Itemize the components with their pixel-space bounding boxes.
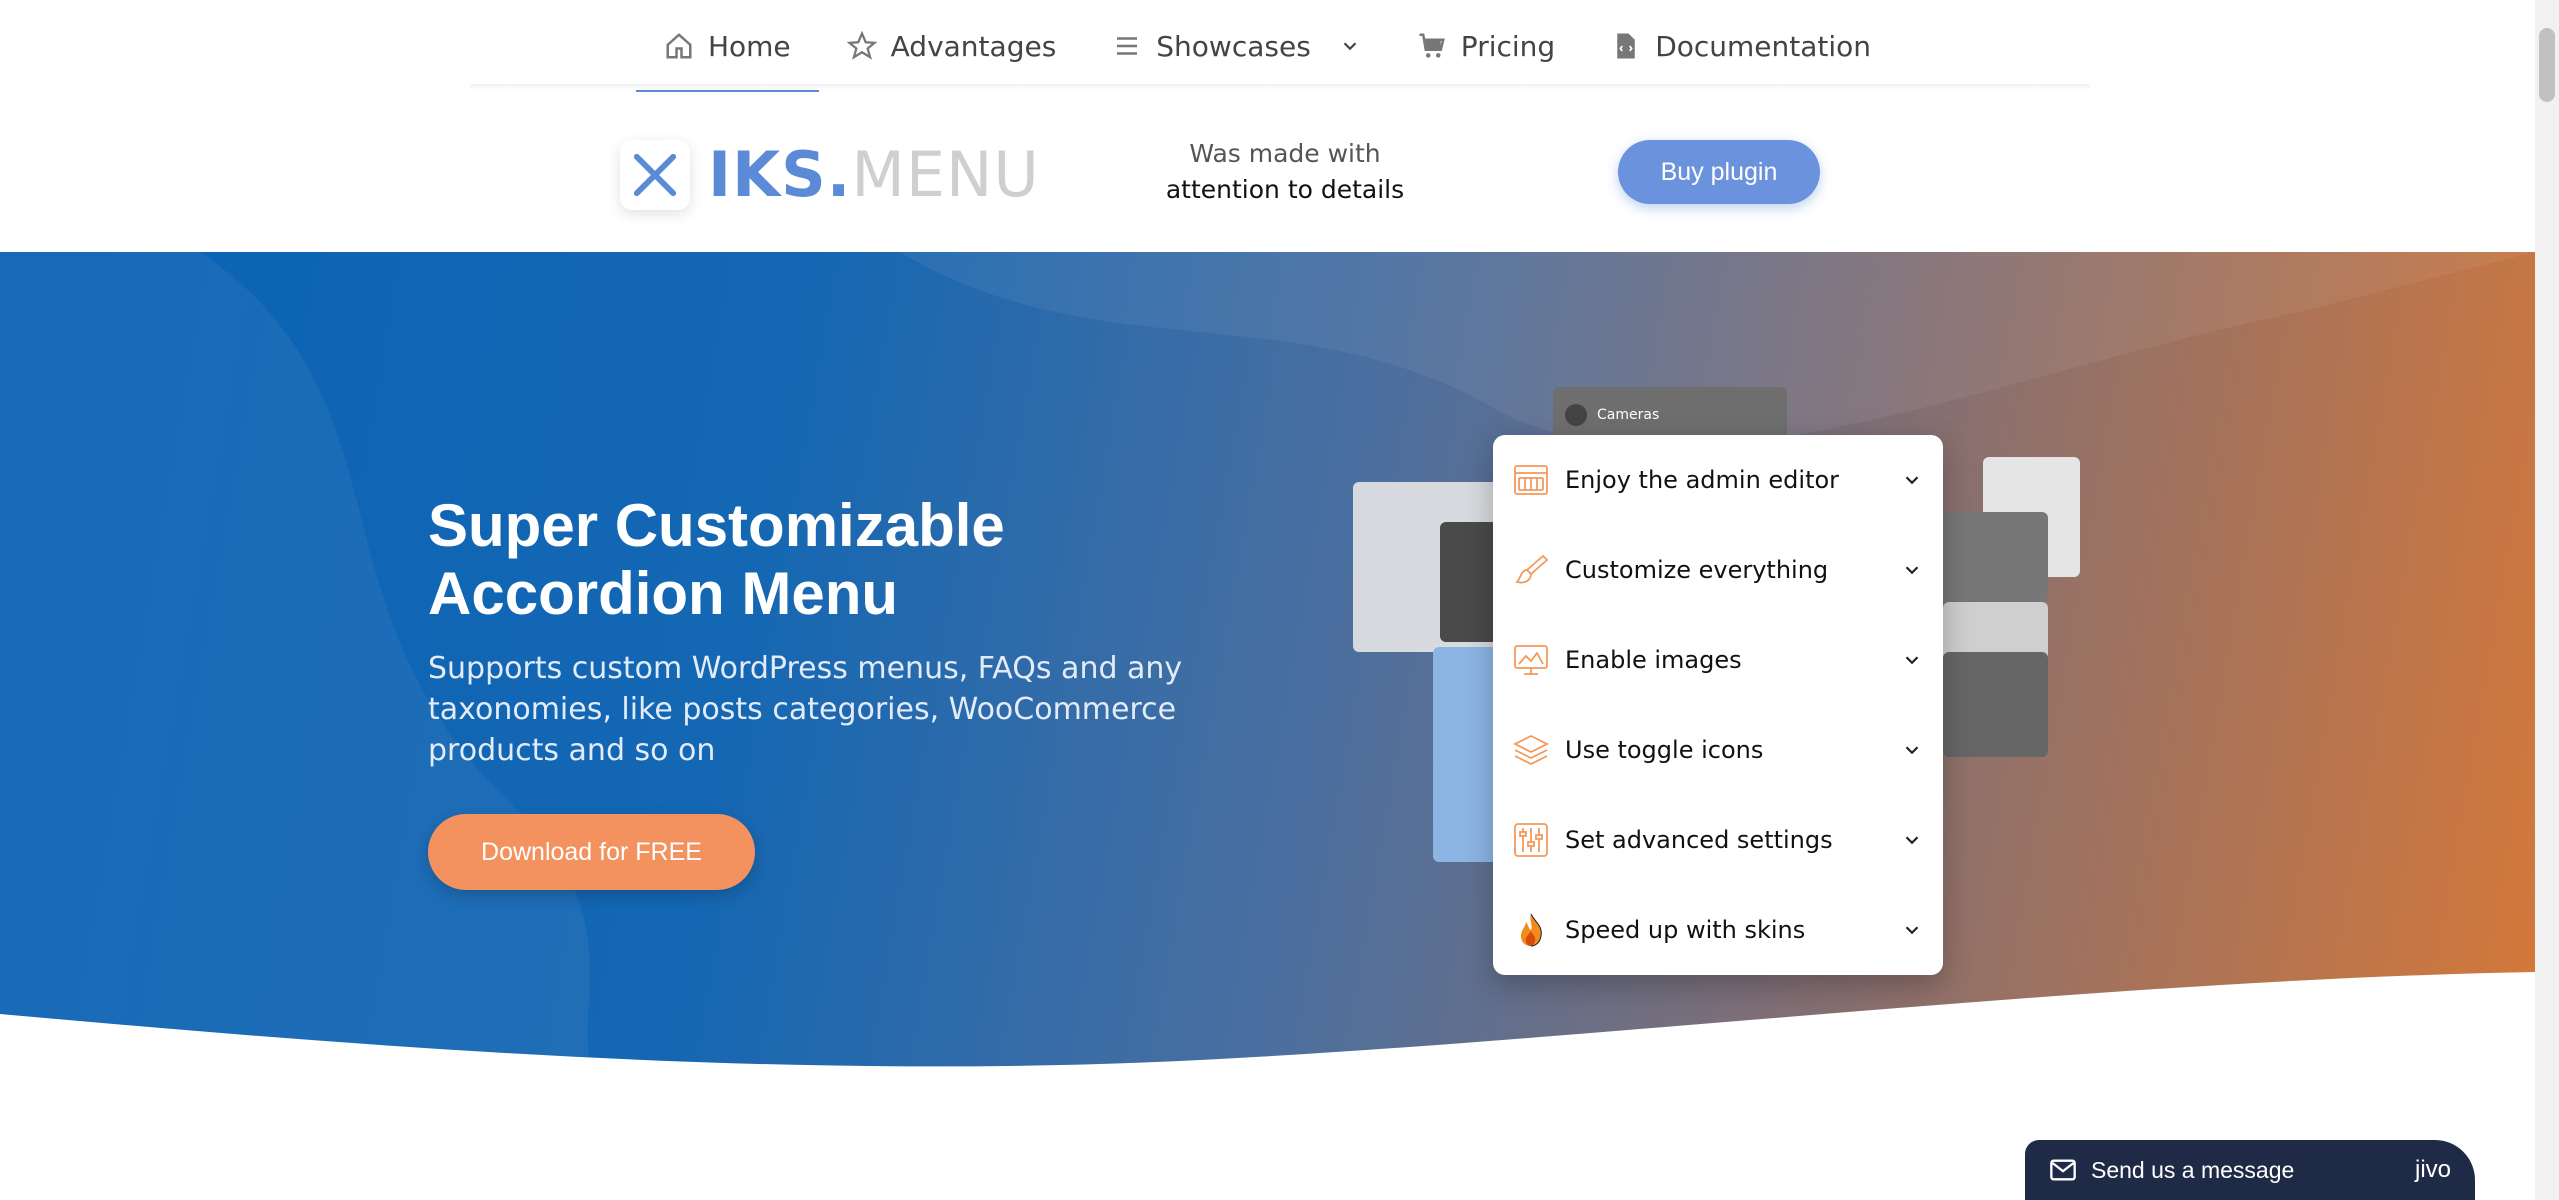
nav-label-pricing: Pricing <box>1460 29 1556 63</box>
nav-label-home: Home <box>707 29 791 63</box>
envelope-icon <box>2050 1159 2076 1181</box>
decor-screenshot-right-bottom <box>1943 652 2048 757</box>
accordion-item-advanced-settings[interactable]: Set advanced settings <box>1493 795 1943 885</box>
logo-x-icon <box>620 139 690 210</box>
menu-lines-icon <box>1117 37 1138 55</box>
hero-title-line2: Accordion Menu <box>428 560 899 627</box>
chevron-down-icon <box>1343 42 1357 51</box>
nav-item-pricing[interactable]: Pricing <box>1389 0 1583 92</box>
hero-section: Super Customizable Accordion Menu Suppor… <box>0 252 2535 1080</box>
jivo-logo: jivo <box>2414 1156 2451 1183</box>
sliders-icon <box>1514 823 1548 857</box>
star-icon <box>846 31 877 60</box>
tagline: Was made with attention to details <box>1120 136 1450 208</box>
layers-icon <box>1513 734 1549 766</box>
chevron-down-icon <box>1905 566 1919 575</box>
brand-bar: IKS.MENU Was made with attention to deta… <box>0 92 2535 252</box>
camera-icon <box>1565 404 1587 426</box>
accordion-label: Enjoy the admin editor <box>1565 466 1840 494</box>
hero-background-swirl <box>0 252 2535 1080</box>
accordion-label: Enable images <box>1565 646 1742 674</box>
chevron-down-icon <box>1905 746 1919 755</box>
accordion-label: Customize everything <box>1565 556 1829 584</box>
fire-icon <box>1521 913 1542 947</box>
home-icon <box>666 33 692 59</box>
iksmenu-logo[interactable]: IKS.MENU <box>620 138 1040 211</box>
admin-editor-icon <box>1514 465 1548 495</box>
decor-screenshot-right-dark <box>1943 512 2048 602</box>
decor-cameras-label: Cameras <box>1597 407 1660 423</box>
chevron-down-icon <box>1905 476 1919 485</box>
hero-title: Super Customizable Accordion Menu <box>428 492 1005 628</box>
download-free-button[interactable]: Download for FREE <box>428 814 755 890</box>
brush-icon <box>1515 554 1549 584</box>
cart-icon <box>1419 33 1445 58</box>
document-icon <box>1617 33 1635 59</box>
top-navigation: Home Advantages Showcases Pricing Docume… <box>0 0 2535 92</box>
buy-plugin-button[interactable]: Buy plugin <box>1618 140 1820 204</box>
nav-item-home[interactable]: Home <box>635 0 819 92</box>
accordion-label: Use toggle icons <box>1565 736 1764 764</box>
chevron-down-icon <box>1905 926 1919 935</box>
nav-item-showcases[interactable]: Showcases <box>1084 0 1389 92</box>
accordion-item-images[interactable]: Enable images <box>1493 615 1943 705</box>
logo-wordmark: IKS.MENU <box>708 138 1040 211</box>
image-monitor-icon <box>1514 645 1548 675</box>
chat-widget[interactable]: Send us a message jivo <box>2025 1140 2475 1200</box>
accordion-item-admin-editor[interactable]: Enjoy the admin editor <box>1493 435 1943 525</box>
nav-divider <box>470 84 2090 90</box>
accordion-demo: Enjoy the admin editor Customize everyth… <box>1493 435 1943 975</box>
page-scrollbar[interactable] <box>2535 0 2559 1200</box>
accordion-label: Speed up with skins <box>1565 916 1806 944</box>
accordion-item-toggle-icons[interactable]: Use toggle icons <box>1493 705 1943 795</box>
nav-label-showcases: Showcases <box>1156 29 1311 63</box>
nav-item-documentation[interactable]: Documentation <box>1583 0 1899 92</box>
nav-item-advantages[interactable]: Advantages <box>819 0 1085 92</box>
accordion-item-customize[interactable]: Customize everything <box>1493 525 1943 615</box>
nav-label-advantages: Advantages <box>890 29 1057 63</box>
nav-label-documentation: Documentation <box>1655 29 1872 63</box>
chat-label: Send us a message <box>2091 1156 2295 1183</box>
chevron-down-icon <box>1905 656 1919 665</box>
scrollbar-thumb[interactable] <box>2539 28 2555 102</box>
tagline-line1: Was made with <box>1189 139 1381 168</box>
tagline-line2: attention to details <box>1165 175 1405 204</box>
chevron-down-icon <box>1905 836 1919 845</box>
accordion-label: Set advanced settings <box>1565 826 1833 854</box>
hero-subtitle: Supports custom WordPress menus, FAQs an… <box>428 651 1183 768</box>
hero-title-line1: Super Customizable <box>428 492 1005 559</box>
